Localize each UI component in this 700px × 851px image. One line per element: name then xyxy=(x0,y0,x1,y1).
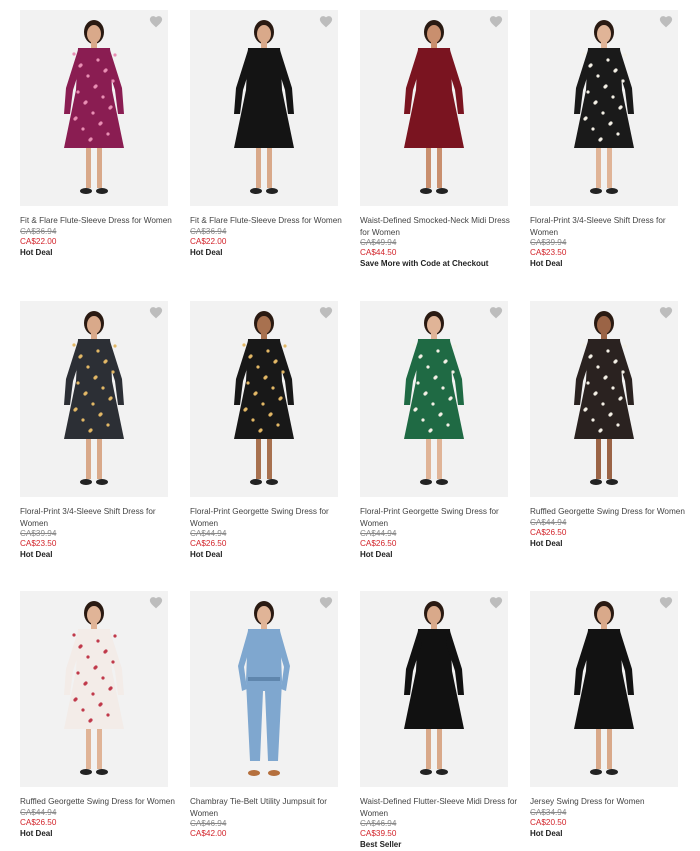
product-title[interactable]: Ruffled Georgette Swing Dress for Women xyxy=(20,796,180,808)
favorite-heart-icon[interactable] xyxy=(319,306,333,319)
product-title[interactable]: Floral-Print 3/4-Sleeve Shift Dress for … xyxy=(530,215,690,238)
promo-badge: Hot Deal xyxy=(530,538,563,548)
sale-price: CA$22.00 xyxy=(190,236,227,246)
product-card[interactable]: Ruffled Georgette Swing Dress for Women … xyxy=(530,301,688,550)
product-card[interactable]: Ruffled Georgette Swing Dress for Women … xyxy=(20,591,178,840)
product-image[interactable] xyxy=(190,591,338,787)
product-image[interactable] xyxy=(530,10,678,206)
model-figure xyxy=(64,601,124,775)
product-card[interactable]: Fit & Flare Flute-Sleeve Dress for Women… xyxy=(20,10,178,259)
favorite-heart-icon[interactable] xyxy=(149,596,163,609)
promo-badge: Hot Deal xyxy=(360,550,393,559)
product-card[interactable]: Jersey Swing Dress for Women CA$34.94 CA… xyxy=(530,591,688,840)
product-image[interactable] xyxy=(20,10,168,206)
favorite-heart-icon[interactable] xyxy=(489,15,503,28)
product-title[interactable]: Floral-Print 3/4-Sleeve Shift Dress for … xyxy=(20,506,180,529)
original-price: CA$36.94 xyxy=(20,226,57,236)
original-price: CA$39.94 xyxy=(20,529,57,538)
original-price: CA$46.94 xyxy=(360,819,397,828)
model-figure xyxy=(234,20,294,194)
sale-price: CA$44.50 xyxy=(360,248,397,257)
product-card[interactable]: Waist-Defined Smocked-Neck Midi Dress fo… xyxy=(360,10,518,270)
promo-badge: Best Seller xyxy=(360,840,402,849)
product-title[interactable]: Fit & Flare Flute-Sleeve Dress for Women xyxy=(20,215,180,227)
favorite-heart-icon[interactable] xyxy=(149,15,163,28)
product-title[interactable]: Waist-Defined Flutter-Sleeve Midi Dress … xyxy=(360,796,520,819)
model-figure xyxy=(574,20,634,194)
product-card[interactable]: Floral-Print Georgette Swing Dress for W… xyxy=(360,301,518,561)
model-figure xyxy=(574,601,634,775)
favorite-heart-icon[interactable] xyxy=(489,596,503,609)
favorite-heart-icon[interactable] xyxy=(319,596,333,609)
original-price: CA$34.94 xyxy=(530,807,567,817)
product-title[interactable]: Chambray Tie-Belt Utility Jumpsuit for W… xyxy=(190,796,350,819)
sale-price: CA$20.50 xyxy=(530,817,567,827)
favorite-heart-icon[interactable] xyxy=(149,306,163,319)
model-figure xyxy=(64,311,124,485)
model-figure xyxy=(64,20,124,194)
product-image[interactable] xyxy=(20,301,168,497)
product-image[interactable] xyxy=(20,591,168,787)
favorite-heart-icon[interactable] xyxy=(319,15,333,28)
model-figure xyxy=(404,311,464,485)
product-image[interactable] xyxy=(360,591,508,787)
model-figure xyxy=(238,601,290,776)
sale-price: CA$23.50 xyxy=(530,248,567,257)
sale-price: CA$26.50 xyxy=(20,817,57,827)
original-price: CA$49.94 xyxy=(360,238,397,247)
product-title[interactable]: Fit & Flare Flute-Sleeve Dress for Women xyxy=(190,215,350,227)
model-figure xyxy=(234,311,294,485)
sale-price: CA$23.50 xyxy=(20,539,57,548)
sale-price: CA$26.50 xyxy=(360,539,397,548)
sale-price: CA$26.50 xyxy=(190,539,227,548)
product-image[interactable] xyxy=(530,301,678,497)
model-figure xyxy=(574,311,634,485)
product-image[interactable] xyxy=(190,10,338,206)
favorite-heart-icon[interactable] xyxy=(659,306,673,319)
model-figure xyxy=(404,20,464,194)
promo-badge: Save More with Code at Checkout xyxy=(360,259,489,268)
product-title[interactable]: Jersey Swing Dress for Women xyxy=(530,796,690,808)
original-price: CA$44.94 xyxy=(190,529,227,538)
sale-price: CA$26.50 xyxy=(530,527,567,537)
product-title[interactable]: Floral-Print Georgette Swing Dress for W… xyxy=(190,506,350,529)
promo-badge: Hot Deal xyxy=(530,259,563,268)
product-card[interactable]: Waist-Defined Flutter-Sleeve Midi Dress … xyxy=(360,591,518,851)
product-title[interactable]: Waist-Defined Smocked-Neck Midi Dress fo… xyxy=(360,215,520,238)
promo-badge: Hot Deal xyxy=(20,247,53,257)
model-figure xyxy=(404,601,464,775)
product-image[interactable] xyxy=(360,10,508,206)
product-title[interactable]: Ruffled Georgette Swing Dress for Women xyxy=(530,506,690,518)
original-price: CA$46.94 xyxy=(190,819,227,828)
original-price: CA$44.94 xyxy=(20,807,57,817)
product-card[interactable]: Floral-Print 3/4-Sleeve Shift Dress for … xyxy=(20,301,178,561)
product-image[interactable] xyxy=(530,591,678,787)
product-image[interactable] xyxy=(360,301,508,497)
original-price: CA$44.94 xyxy=(360,529,397,538)
promo-badge: Hot Deal xyxy=(190,550,223,559)
product-title[interactable]: Floral-Print Georgette Swing Dress for W… xyxy=(360,506,520,529)
original-price: CA$36.94 xyxy=(190,226,227,236)
product-grid: Fit & Flare Flute-Sleeve Dress for Women… xyxy=(0,0,700,849)
promo-badge: Hot Deal xyxy=(190,247,223,257)
product-card[interactable]: Floral-Print 3/4-Sleeve Shift Dress for … xyxy=(530,10,688,270)
sale-price: CA$22.00 xyxy=(20,236,57,246)
product-card[interactable]: Chambray Tie-Belt Utility Jumpsuit for W… xyxy=(190,591,348,839)
favorite-heart-icon[interactable] xyxy=(489,306,503,319)
product-card[interactable]: Fit & Flare Flute-Sleeve Dress for Women… xyxy=(190,10,348,259)
favorite-heart-icon[interactable] xyxy=(659,596,673,609)
promo-badge: Hot Deal xyxy=(20,550,53,559)
original-price: CA$39.94 xyxy=(530,238,567,247)
product-image[interactable] xyxy=(190,301,338,497)
product-card[interactable]: Floral-Print Georgette Swing Dress for W… xyxy=(190,301,348,561)
favorite-heart-icon[interactable] xyxy=(659,15,673,28)
original-price: CA$44.94 xyxy=(530,517,567,527)
